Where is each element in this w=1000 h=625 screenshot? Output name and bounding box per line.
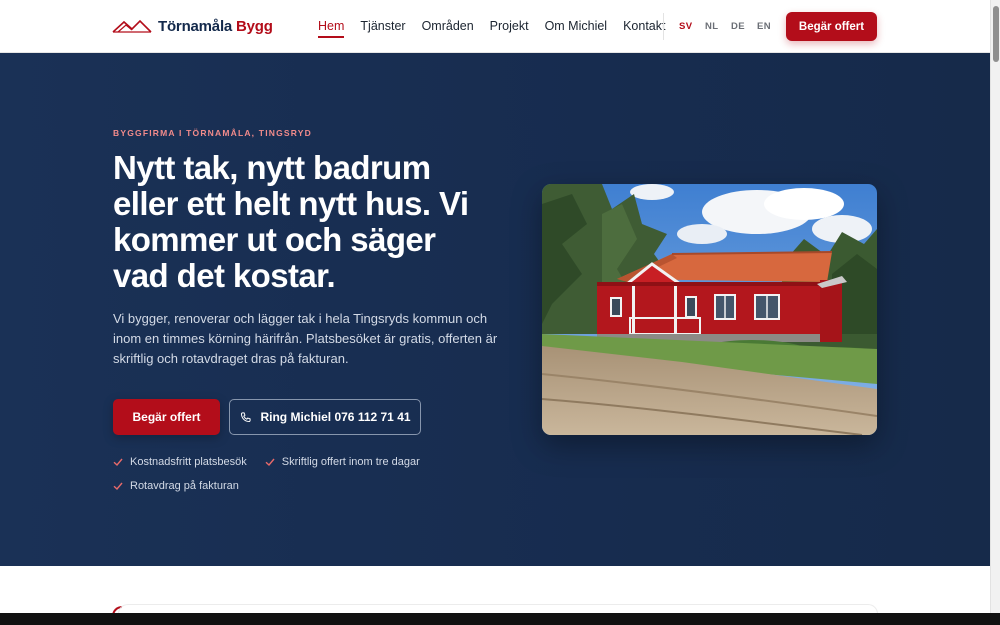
check-icon — [113, 482, 123, 490]
hero-photo — [542, 184, 877, 435]
lang-nl[interactable]: NL — [705, 21, 718, 32]
nav-item-omraden[interactable]: Områden — [422, 18, 474, 40]
benefit-item: Kostnadsfritt platsbesök — [113, 455, 247, 468]
red-house-photo-icon — [542, 184, 877, 435]
benefit-label: Skriftlig offert inom tre dagar — [281, 455, 420, 468]
next-section — [0, 566, 990, 624]
benefit-item: Rotavdrag på fakturan — [113, 479, 239, 492]
brand-name: Törnamåla Bygg — [158, 18, 273, 35]
call-michiel-label: Ring Michiel 076 112 71 41 — [260, 410, 411, 424]
nav-item-projekt[interactable]: Projekt — [490, 18, 529, 40]
call-michiel-button[interactable]: Ring Michiel 076 112 71 41 — [229, 399, 421, 435]
brand-name-accent: Bygg — [236, 17, 273, 35]
roof-logo-icon — [112, 19, 152, 33]
lang-en[interactable]: EN — [757, 21, 771, 32]
nav-item-om-michiel[interactable]: Om Michiel — [545, 18, 608, 40]
hero-section: BYGGFIRMA I TÖRNAMÅLA, TINGSRYD Nytt tak… — [0, 53, 990, 566]
hero-quote-button[interactable]: Begär offert — [113, 399, 220, 435]
benefit-label: Rotavdrag på fakturan — [130, 479, 239, 492]
nav-item-tjanster[interactable]: Tjänster — [360, 18, 405, 40]
hero-headline: Nytt tak, nytt badrum eller ett helt nyt… — [113, 149, 469, 294]
check-icon — [265, 458, 275, 466]
brand-logo[interactable]: Törnamåla Bygg — [112, 15, 273, 37]
check-icon — [113, 458, 123, 466]
nav-divider — [663, 13, 664, 40]
benefit-label: Kostnadsfritt platsbesök — [130, 455, 247, 468]
benefit-item: Skriftlig offert inom tre dagar — [265, 455, 420, 468]
header-quote-button[interactable]: Begär offert — [786, 12, 877, 41]
scrollbar-thumb[interactable] — [993, 6, 999, 62]
language-switcher: SV NL DE EN — [679, 21, 783, 32]
benefit-list: Kostnadsfritt platsbesök Skriftlig offer… — [113, 455, 443, 492]
page-scrollbar[interactable] — [990, 0, 1000, 613]
brand-name-main: Törnamåla — [158, 17, 233, 35]
phone-icon — [241, 411, 252, 422]
nav-item-kontakt[interactable]: Kontakt — [623, 18, 665, 40]
hero-eyebrow: BYGGFIRMA I TÖRNAMÅLA, TINGSRYD — [113, 128, 313, 138]
lang-de[interactable]: DE — [731, 21, 745, 32]
lang-sv[interactable]: SV — [679, 21, 692, 32]
site-header: Törnamåla Bygg Hem Tjänster Områden Proj… — [0, 0, 990, 53]
main-nav: Hem Tjänster Områden Projekt Om Michiel … — [318, 18, 681, 40]
hero-lead: Vi bygger, renoverar och lägger tak i he… — [113, 311, 498, 366]
nav-item-hem[interactable]: Hem — [318, 18, 345, 40]
window-bottom-bar — [0, 613, 1000, 625]
